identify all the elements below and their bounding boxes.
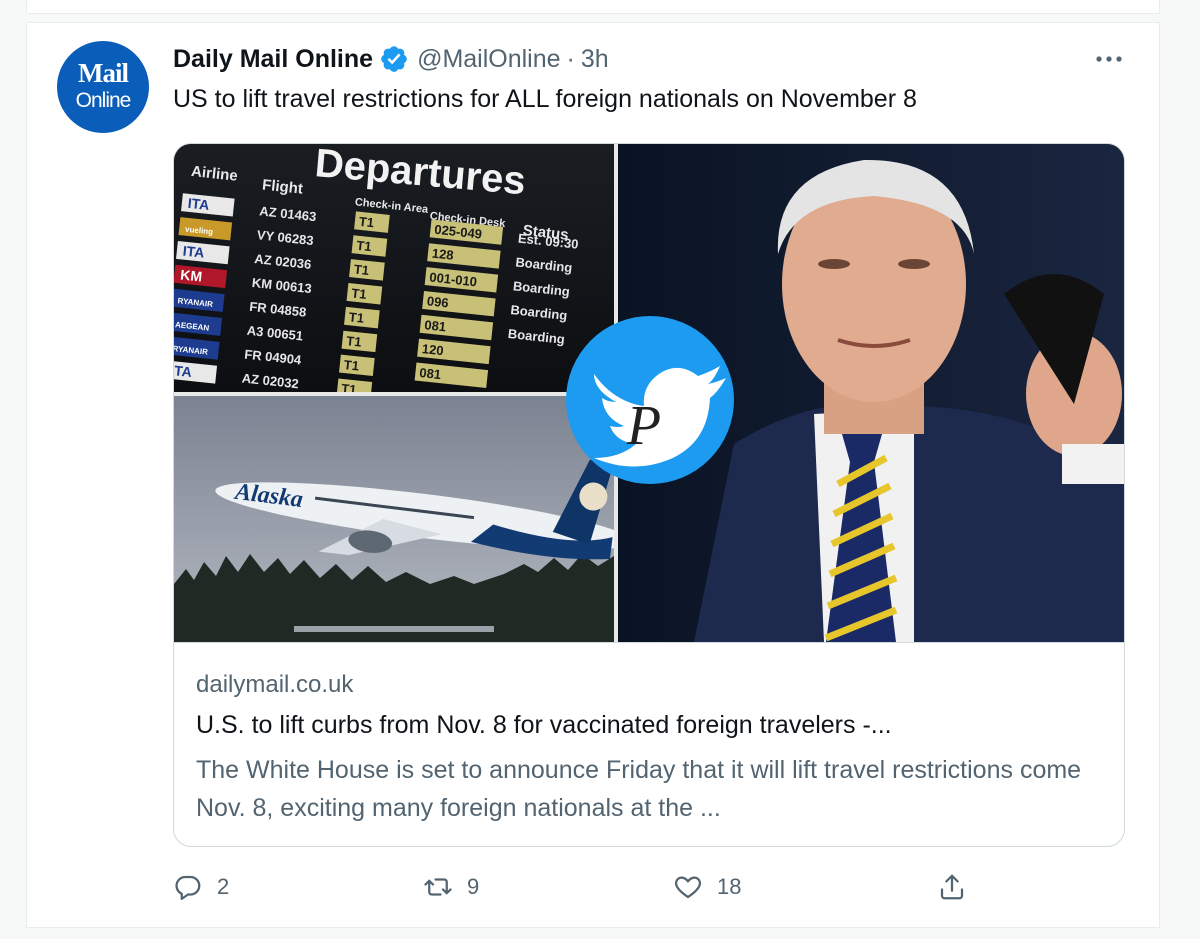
retweet-button[interactable]: 9 (423, 869, 479, 905)
board-cell-area: T1 (358, 214, 375, 231)
board-cell-area: T1 (353, 262, 370, 279)
timestamp[interactable]: 3h (581, 45, 609, 74)
heart-icon (675, 876, 701, 899)
tweet-header: Daily Mail Online @MailOnline · 3h (173, 43, 609, 75)
board-cell-area: T1 (356, 238, 373, 255)
board-cell-area: T1 (348, 309, 365, 326)
board-cell-airline: ITA (182, 243, 205, 261)
card-details[interactable]: dailymail.co.uk U.S. to lift curbs from … (174, 642, 1124, 846)
separator-dot: · (566, 44, 575, 73)
board-cell-area: T1 (351, 285, 368, 302)
card-media[interactable]: Departures Airline Flight Check-in Area … (174, 144, 1124, 642)
tweet-actions: 2 9 18 (173, 869, 973, 905)
share-icon (940, 874, 964, 900)
retweet-count: 9 (467, 874, 480, 899)
like-button[interactable]: 18 (673, 869, 741, 905)
author-name[interactable]: Daily Mail Online (173, 45, 373, 74)
share-button[interactable] (937, 869, 981, 905)
card-domain: dailymail.co.uk (196, 671, 354, 698)
author-handle[interactable]: @MailOnline (417, 45, 560, 74)
board-cell-airline: ITA (187, 195, 210, 213)
board-cell-desk: 120 (421, 341, 444, 358)
board-cell-desk: 081 (419, 365, 442, 382)
board-cell-desk: 096 (426, 293, 449, 310)
more-options-icon[interactable] (1093, 49, 1125, 69)
tweet[interactable]: Mail Online Daily Mail Online @MailOnlin… (26, 22, 1160, 928)
avatar-logo-line1: Mail (78, 58, 129, 88)
media-collage: Departures Airline Flight Check-in Area … (174, 144, 1124, 642)
retweet-icon (424, 878, 452, 896)
avatar[interactable]: Mail Online (57, 41, 149, 133)
board-cell-airline: ITA (174, 362, 193, 380)
board-cell-area: T1 (343, 357, 360, 374)
board-cell-desk: 081 (424, 317, 447, 334)
airplane-photo: Alaska (174, 396, 633, 642)
departures-board-photo: Departures Airline Flight Check-in Area … (174, 144, 614, 400)
reply-button[interactable]: 2 (173, 869, 229, 905)
card-description: The White House is set to announce Frida… (196, 756, 1082, 822)
link-card[interactable]: Departures Airline Flight Check-in Area … (173, 143, 1125, 847)
card-title: U.S. to lift curbs from Nov. 8 for vacci… (196, 711, 892, 739)
avatar-logo-line2: Online (75, 89, 132, 112)
reply-count: 2 (217, 874, 230, 899)
verified-badge-icon (379, 44, 409, 74)
previous-tweet-edge (26, 0, 1160, 14)
like-count: 18 (717, 874, 742, 899)
watermark-letter: P (626, 395, 661, 457)
board-cell-area: T1 (346, 333, 363, 350)
tweet-text: US to lift travel restrictions for ALL f… (173, 85, 917, 113)
reply-icon (175, 875, 201, 900)
bird-watermark-icon: P (566, 316, 734, 484)
board-cell-desk: 128 (431, 246, 454, 263)
board-cell-airline: KM (180, 266, 203, 284)
